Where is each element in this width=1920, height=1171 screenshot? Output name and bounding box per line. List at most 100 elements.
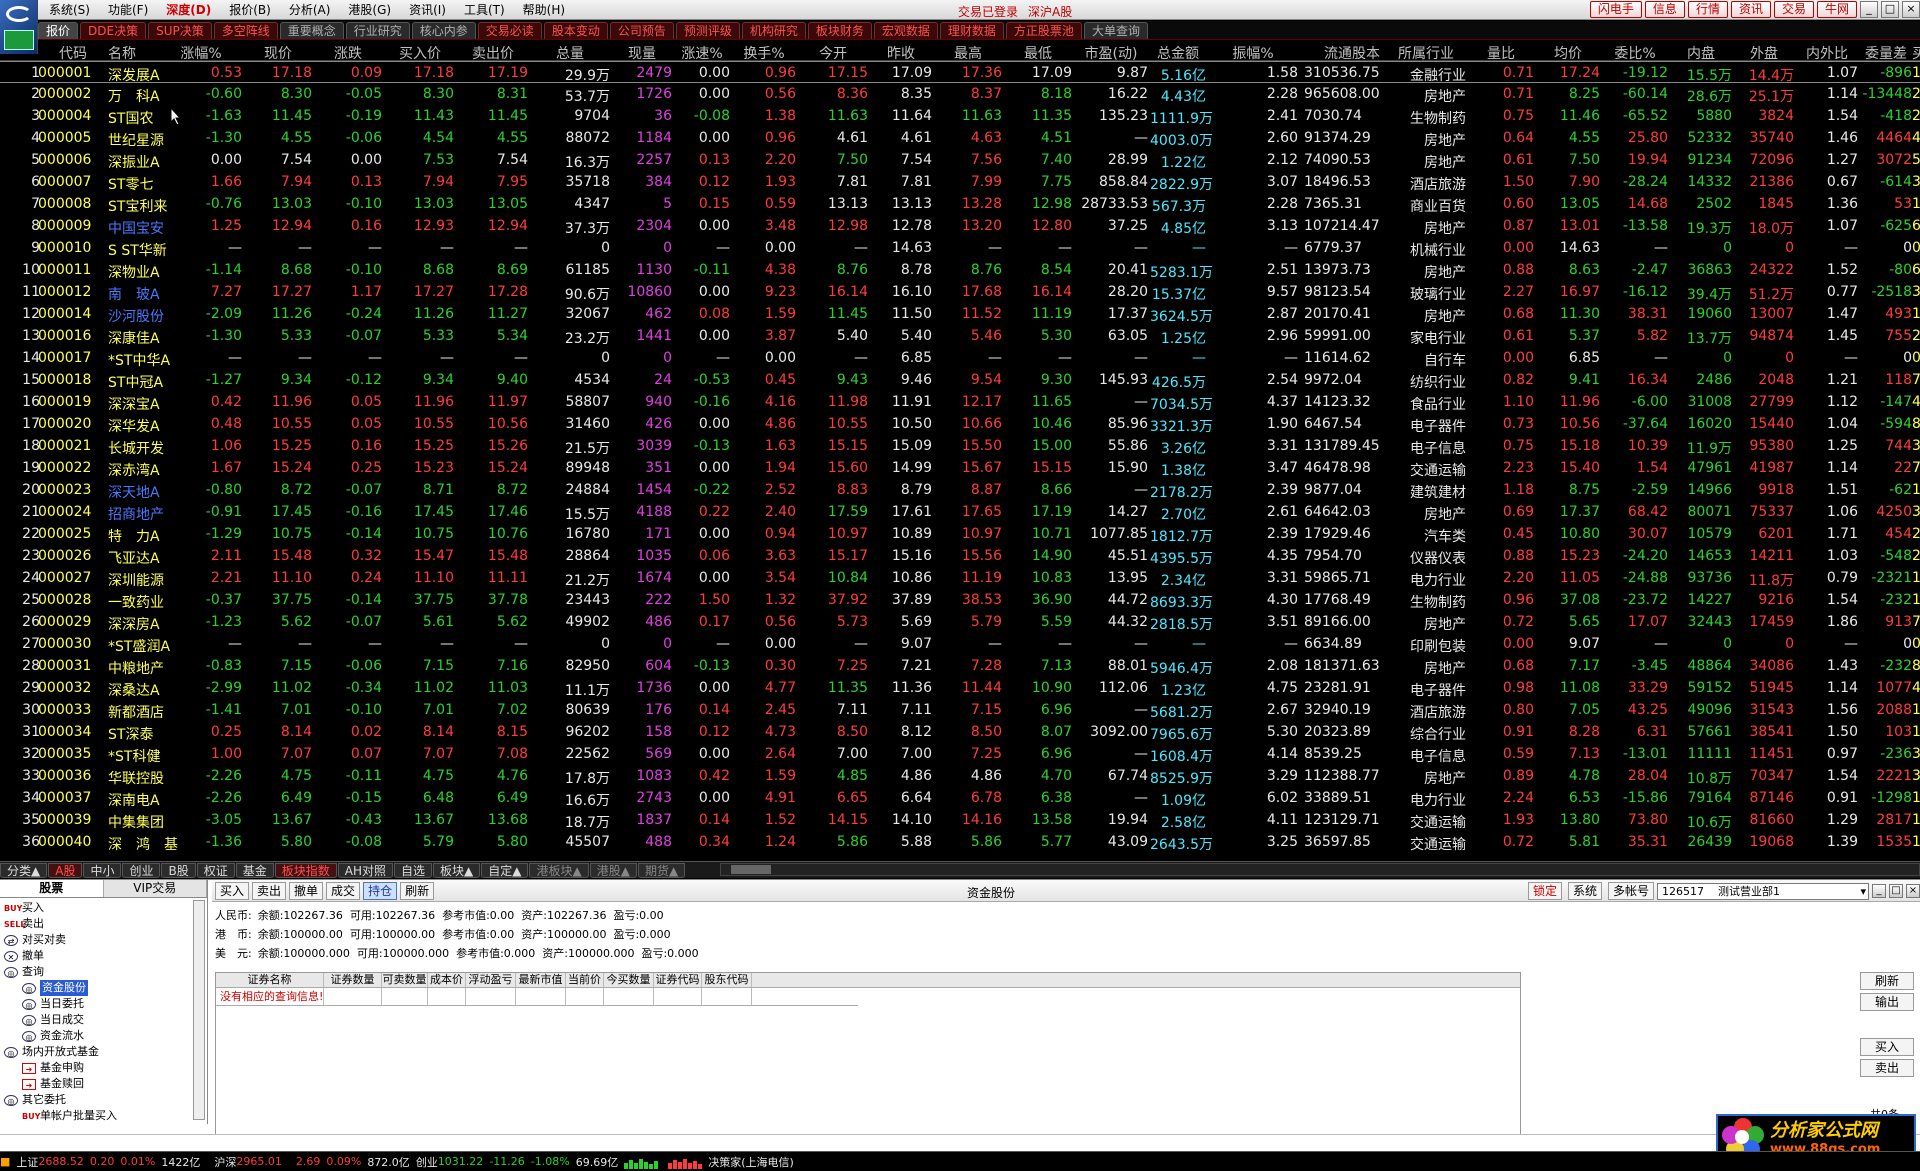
table-row[interactable]: 26 000029 深深房A -1.23 5.62 -0.07 5.61 5.62 49902 4…: [0, 611, 1920, 633]
column-header-26[interactable]: 委量差: [1860, 43, 1912, 63]
table-row[interactable]: 3 000004 ST国农 -1.63 11.45 -0.19 11.43 11.45 9704…: [0, 105, 1920, 127]
column-header-12[interactable]: 昨收: [870, 43, 932, 63]
feature-tab-2[interactable]: SUP决策: [148, 21, 212, 39]
column-header-17[interactable]: 振幅%: [1208, 43, 1298, 63]
column-header-6[interactable]: 卖出价: [458, 43, 528, 63]
category-tab-0[interactable]: 分类▲: [0, 862, 48, 878]
feature-tab-10[interactable]: 预测评级: [675, 21, 740, 39]
menu-item-8[interactable]: 帮助(H): [514, 0, 574, 20]
category-tab-2[interactable]: 中小: [83, 862, 122, 878]
table-row[interactable]: 20 000023 深天地A -0.80 8.72 -0.07 8.71 8.72 24884 1…: [0, 479, 1920, 501]
tree-item-5[interactable]: ◎ 资金股份: [4, 980, 207, 996]
table-row[interactable]: 34 000037 深南电A -2.26 6.49 -0.15 6.48 6.49 16.6万 2…: [0, 787, 1920, 809]
tree-item-11[interactable]: ➜ 基金赎回: [4, 1076, 207, 1092]
side-button-2[interactable]: 买入: [1860, 1038, 1914, 1056]
table-row[interactable]: 13 000016 深康佳A -1.30 5.33 -0.07 5.33 5.34 23.2万 1…: [0, 325, 1920, 347]
feature-tab-16[interactable]: 大单查询: [1083, 21, 1148, 39]
column-header-1[interactable]: 名称: [108, 43, 158, 63]
column-header-8[interactable]: 现量: [612, 43, 672, 63]
trade-nav-tab-0[interactable]: 股票: [0, 880, 104, 897]
column-header-21[interactable]: 均价: [1536, 43, 1600, 63]
feature-tab-5[interactable]: 行业研究: [345, 21, 410, 39]
holdings-header-4[interactable]: 浮动盈亏: [466, 973, 516, 987]
tree-item-0[interactable]: BUY 买入: [4, 900, 207, 916]
tree-item-13[interactable]: BUY 单帐户批量买入: [4, 1108, 207, 1124]
table-row[interactable]: 31 000034 ST深泰 0.25 8.14 0.02 8.14 8.15 96202 158…: [0, 721, 1920, 743]
holdings-header-3[interactable]: 成本价: [428, 973, 466, 987]
table-row[interactable]: 1 000001 深发展A 0.53 17.18 0.09 17.18 17.19 29.9万 2…: [0, 61, 1920, 84]
menu-item-4[interactable]: 分析(A): [280, 0, 340, 20]
feature-tab-13[interactable]: 宏观数据: [873, 21, 938, 39]
panel-button-0[interactable]: 锁定: [1527, 882, 1562, 900]
menu-item-1[interactable]: 功能(F): [99, 0, 157, 20]
column-header-0[interactable]: 代码: [38, 43, 108, 63]
top-button-3[interactable]: 资讯: [1730, 1, 1771, 18]
menu-item-2[interactable]: 深度(D): [157, 0, 220, 20]
category-tab-3[interactable]: 创业: [122, 862, 161, 878]
tree-item-3[interactable]: ✕ 撤单: [4, 948, 207, 964]
side-button-1[interactable]: 输出: [1860, 993, 1914, 1011]
category-tab-12[interactable]: 港板块▲: [529, 862, 589, 878]
feature-tab-11[interactable]: 机构研究: [741, 21, 806, 39]
column-header-11[interactable]: 今开: [798, 43, 868, 63]
category-tab-8[interactable]: AH对照: [337, 862, 393, 878]
holdings-header-2[interactable]: 可卖数量: [382, 973, 428, 987]
column-header-18[interactable]: 流通股本: [1304, 43, 1400, 63]
table-row[interactable]: 29 000032 深桑达A -2.99 11.02 -0.34 11.02 11.03 11.…: [0, 677, 1920, 699]
menu-item-3[interactable]: 报价(B): [220, 0, 280, 20]
trade-nav-scrollbar[interactable]: [193, 900, 205, 1120]
app-logo[interactable]: [0, 0, 38, 54]
column-header-23[interactable]: 内盘: [1670, 43, 1732, 63]
feature-tab-8[interactable]: 股本变动: [543, 21, 608, 39]
tool-button-5[interactable]: 刷新: [400, 881, 435, 900]
tool-button-2[interactable]: 撤单: [289, 881, 324, 900]
table-row[interactable]: 2 000002 万 科A -0.60 8.30 -0.05 8.30 8.31 53.7万 17…: [0, 83, 1920, 105]
column-header-15[interactable]: 市盈(动): [1074, 43, 1148, 63]
table-row[interactable]: 8 000009 中国宝安 1.25 12.94 0.16 12.93 12.94 37.3万 2…: [0, 215, 1920, 237]
table-row[interactable]: 35 000039 中集集团 -3.05 13.67 -0.43 13.67 13.68 18.…: [0, 809, 1920, 831]
column-header-9[interactable]: 涨速%: [674, 43, 730, 63]
column-header-13[interactable]: 最高: [934, 43, 1002, 63]
table-row[interactable]: 18 000021 长城开发 1.06 15.25 0.16 15.25 15.26 21.5万…: [0, 435, 1920, 457]
top-button-4[interactable]: 交易: [1773, 1, 1814, 18]
tree-item-7[interactable]: ◎ 当日成交: [4, 1012, 207, 1028]
column-header-22[interactable]: 委比%: [1602, 43, 1668, 63]
category-tab-10[interactable]: 板块▲: [433, 862, 481, 878]
tool-button-3[interactable]: 成交: [326, 881, 361, 900]
table-row[interactable]: 32 000035 *ST科健 1.00 7.07 0.07 7.07 7.08 22562 56…: [0, 743, 1920, 765]
feature-tab-15[interactable]: 方正股票池: [1005, 21, 1082, 39]
feature-tab-12[interactable]: 板块财务: [807, 21, 872, 39]
column-header-24[interactable]: 外盘: [1734, 43, 1794, 63]
tree-item-9[interactable]: ◎ 场内开放式基金: [4, 1044, 207, 1060]
category-tab-7[interactable]: 板块指数: [274, 862, 337, 878]
tool-button-1[interactable]: 卖出: [252, 881, 287, 900]
table-row[interactable]: 6 000007 ST零七 1.66 7.94 0.13 7.94 7.95 35718 384 0…: [0, 171, 1920, 193]
top-button-5[interactable]: 牛网: [1816, 1, 1857, 18]
holdings-header-7[interactable]: 今买数量: [604, 973, 654, 987]
holdings-header-0[interactable]: 证券名称: [216, 973, 324, 987]
feature-tab-6[interactable]: 核心内参: [411, 21, 476, 39]
tree-item-12[interactable]: ◎ 其它委托: [4, 1092, 207, 1108]
menu-item-6[interactable]: 资讯(I): [400, 0, 455, 20]
trade-nav-tab-1[interactable]: VIP交易: [103, 880, 207, 897]
feature-tab-4[interactable]: 重要概念: [279, 21, 344, 39]
panel-button-2[interactable]: 多帐号: [1607, 882, 1654, 900]
column-header-20[interactable]: 量比: [1468, 43, 1534, 63]
holdings-header-9[interactable]: 股东代码: [702, 973, 752, 987]
account-select[interactable]: 126517 测试营业部1 ▾: [1657, 882, 1869, 900]
table-row[interactable]: 12 000014 沙河股份 -2.09 11.26 -0.24 11.26 11.27 320…: [0, 303, 1920, 325]
category-tab-14[interactable]: 期货▲: [637, 862, 686, 878]
column-header-14[interactable]: 最低: [1004, 43, 1072, 63]
table-row[interactable]: 30 000033 新都酒店 -1.41 7.01 -0.10 7.01 7.02 80639 1…: [0, 699, 1920, 721]
menu-item-5[interactable]: 港股(G): [339, 0, 400, 20]
tree-item-6[interactable]: ◎ 当日委托: [4, 996, 207, 1012]
feature-tab-9[interactable]: 公司预告: [609, 21, 674, 39]
top-button-0[interactable]: 闪电手: [1589, 1, 1642, 18]
tool-button-4[interactable]: 持仓: [363, 881, 398, 900]
table-row[interactable]: 15 000018 ST中冠A -1.27 9.34 -0.12 9.34 9.40 4534 2…: [0, 369, 1920, 391]
table-row[interactable]: 11 000012 南 玻A 7.27 17.27 1.17 17.27 17.28 90.6万…: [0, 281, 1920, 303]
table-row[interactable]: 28 000031 中粮地产 -0.83 7.15 -0.06 7.15 7.16 82950 6…: [0, 655, 1920, 677]
table-row[interactable]: 27 000030 *ST盛润A — — — — —0 0—0.00—9.07— — — — —6634…: [0, 633, 1920, 655]
holdings-header-8[interactable]: 证券代码: [654, 973, 702, 987]
column-header-5[interactable]: 买入价: [386, 43, 454, 63]
